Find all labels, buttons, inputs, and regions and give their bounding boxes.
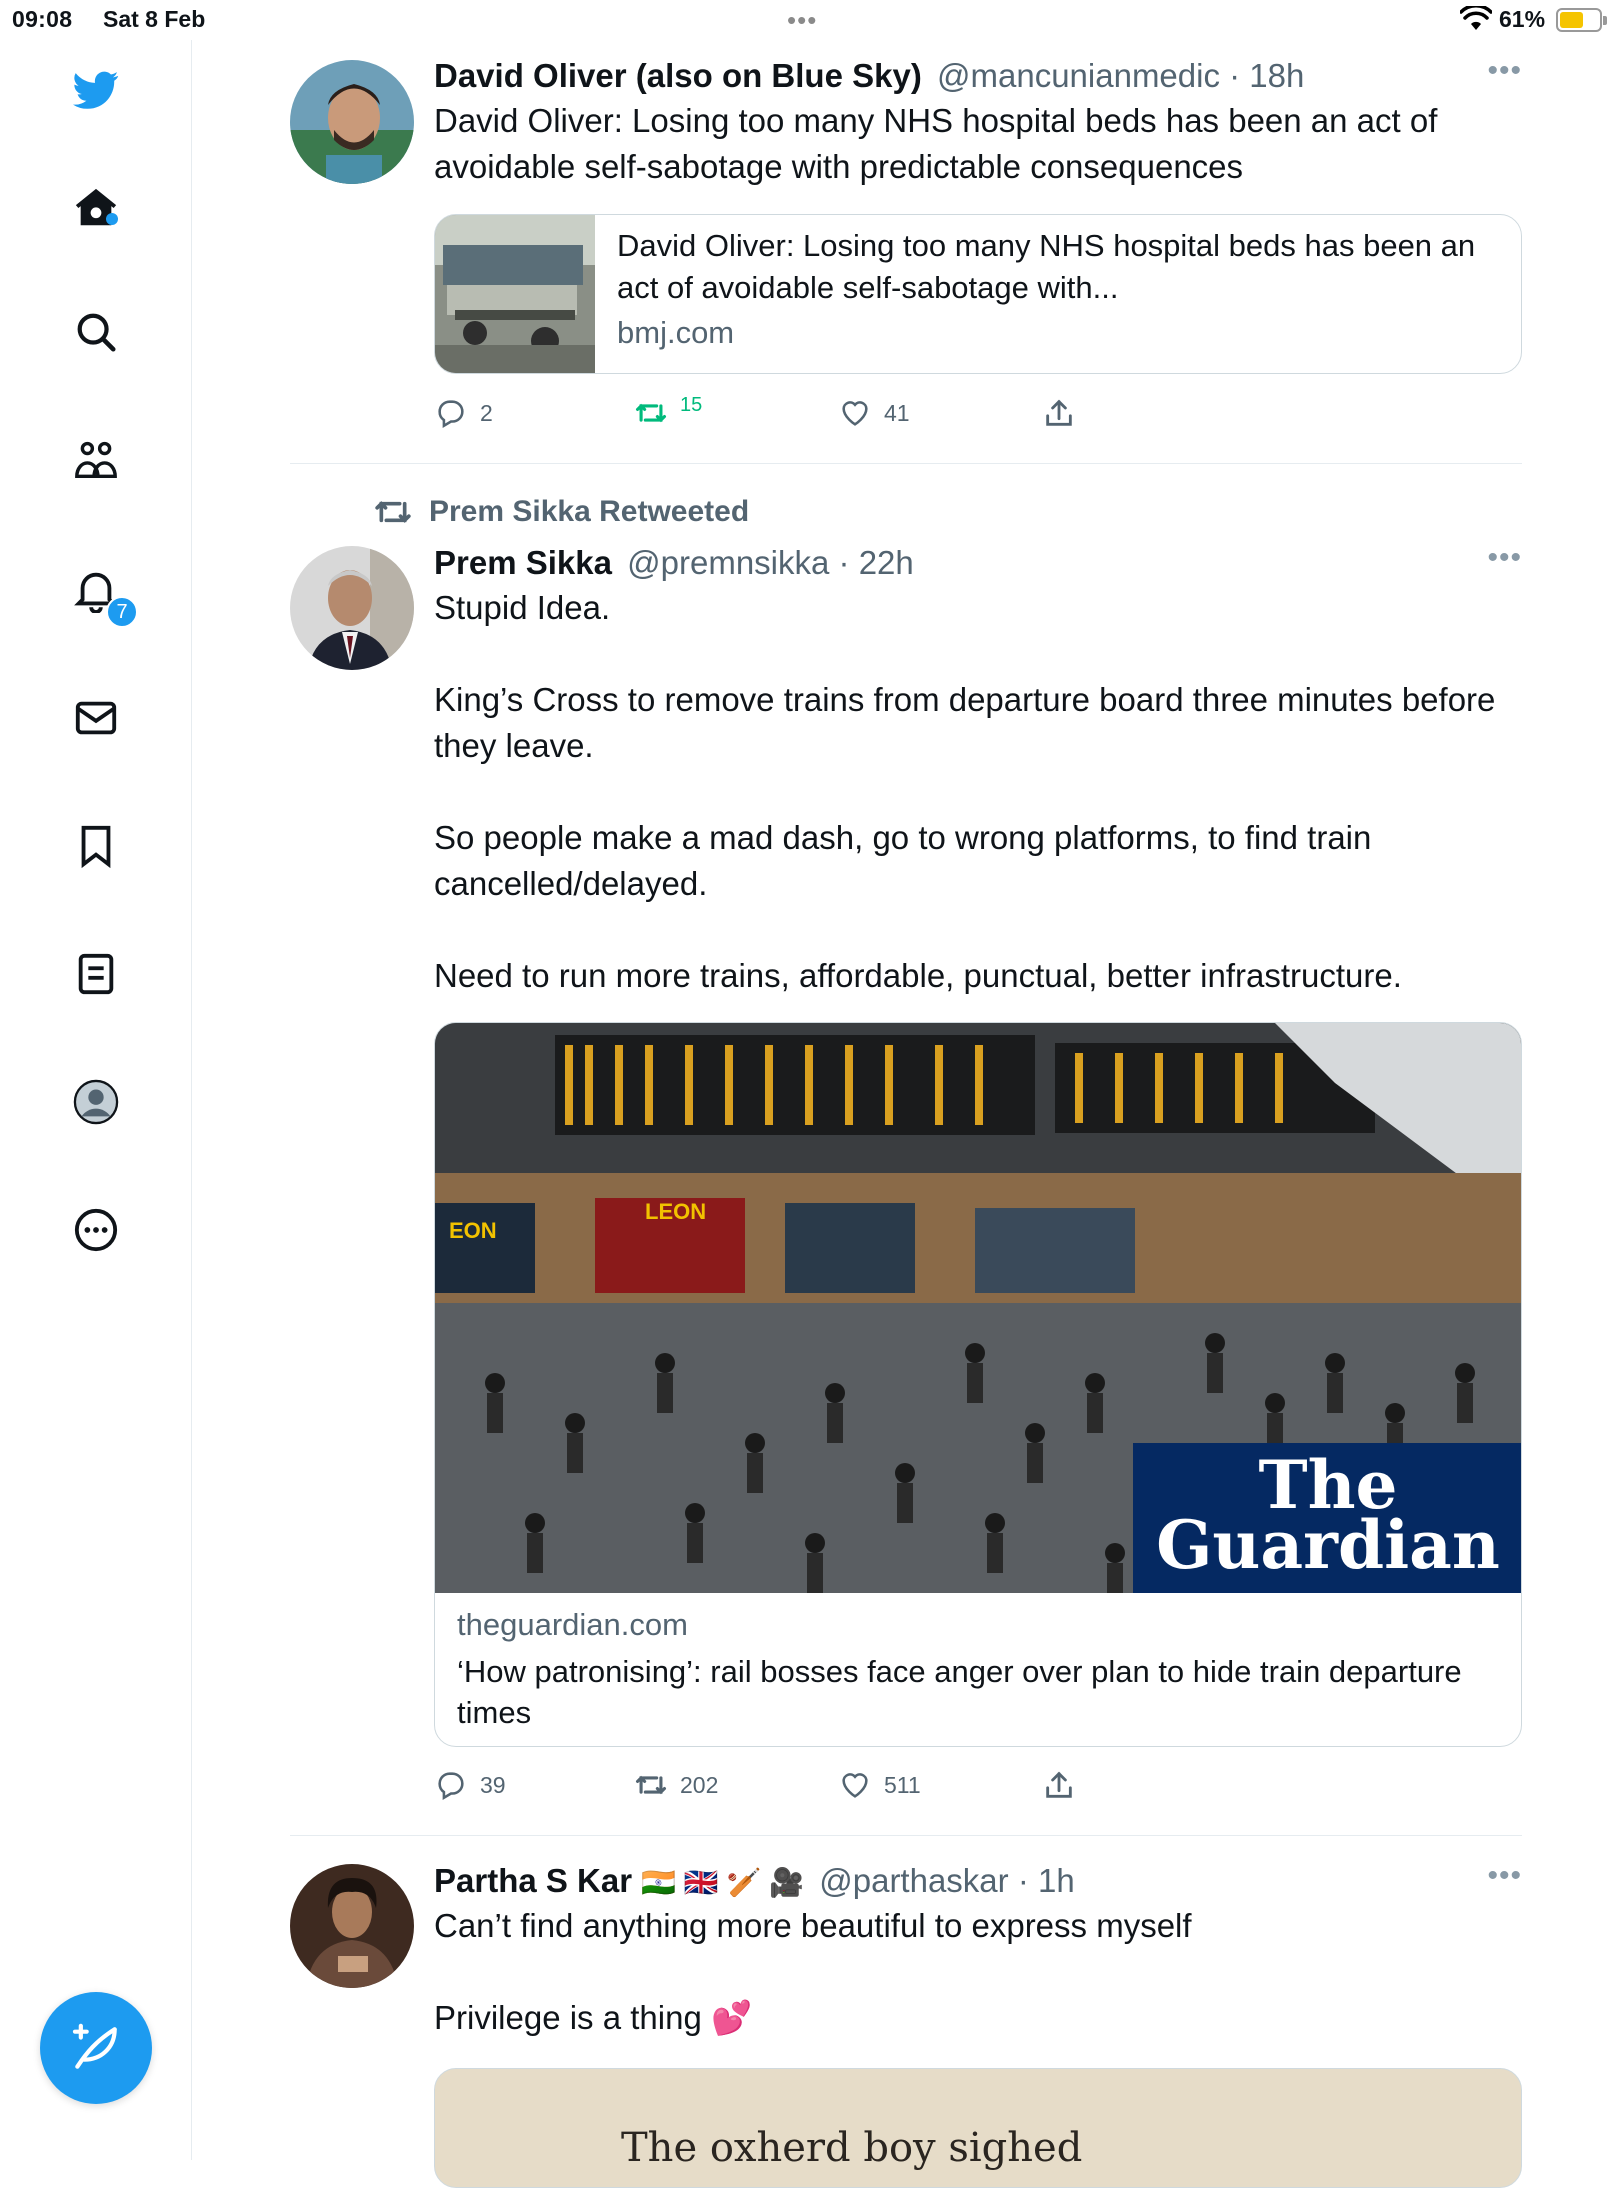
reply-count: 39	[480, 1771, 506, 1798]
status-date: Sat 8 Feb	[103, 6, 206, 32]
share-button[interactable]	[1042, 1768, 1076, 1802]
timestamp[interactable]: 18h	[1249, 57, 1304, 94]
retweet-icon	[635, 1775, 667, 1795]
avatar-image	[290, 1864, 414, 1988]
tweet-divider	[290, 1835, 1522, 1836]
media-image-text: The oxherd boy sighed	[621, 2125, 1083, 2171]
retweet-button[interactable]: 202	[634, 1768, 718, 1802]
tweet-header: Partha S Kar 🇮🇳 🇬🇧 🏏 🎥 @parthaskar · 1h	[434, 1859, 1522, 1903]
share-icon	[1046, 1771, 1072, 1798]
people-icon	[75, 441, 117, 479]
nav-home[interactable]	[68, 180, 124, 236]
retweeted-by-label: Prem Sikka Retweeted	[429, 495, 750, 528]
link-card-title: ‘How patronising’: rail bosses face ange…	[457, 1654, 1462, 1730]
compose-tweet-button[interactable]	[40, 1992, 152, 2104]
name-emoji: 🇮🇳 🇬🇧 🏏 🎥	[641, 1867, 805, 1898]
status-time: 09:08	[12, 6, 73, 32]
more-options-button[interactable]: •••	[1487, 541, 1522, 575]
battery-icon	[1556, 8, 1607, 32]
sidebar: 7	[0, 40, 192, 2160]
link-card-thumbnail	[435, 215, 595, 373]
tweet-actions: 2 15 41	[434, 393, 1134, 436]
link-card[interactable]: David Oliver: Losing too many NHS hospit…	[434, 214, 1522, 374]
guardian-logo-line2: Guardian	[1156, 1506, 1500, 1584]
nav-bookmarks[interactable]	[68, 818, 124, 874]
separator: ·	[1219, 57, 1250, 94]
more-options-button[interactable]: •••	[1487, 54, 1522, 88]
envelope-icon	[75, 701, 117, 735]
retweet-count: 15	[680, 393, 703, 416]
battery-fill	[1560, 12, 1583, 28]
nav-communities[interactable]	[68, 433, 124, 489]
timestamp[interactable]: 22h	[859, 544, 914, 581]
twitter-bird-icon[interactable]	[68, 62, 124, 118]
guardian-logo: The Guardian	[1133, 1443, 1521, 1593]
link-card-domain: bmj.com	[617, 315, 735, 350]
nav-profile[interactable]	[68, 1074, 124, 1130]
retweet-count: 202	[680, 1771, 719, 1798]
tweet-divider	[290, 463, 1522, 464]
home-unread-dot	[106, 213, 118, 225]
retweet-context[interactable]: Prem Sikka Retweeted	[373, 492, 749, 532]
separator: ·	[829, 544, 859, 581]
separator: ·	[1008, 1862, 1038, 1899]
link-card-title: David Oliver: Losing too many NHS hospit…	[617, 228, 1476, 305]
display-name[interactable]: Prem Sikka	[434, 544, 612, 581]
display-name[interactable]: Partha S Kar	[434, 1862, 632, 1899]
more-circle-icon	[74, 1208, 118, 1252]
display-name[interactable]: David Oliver (also on Blue Sky)	[434, 57, 922, 94]
timeline: David Oliver (also on Blue Sky) @mancuni…	[290, 0, 1522, 2188]
avatar-image	[290, 546, 414, 670]
more-options-button[interactable]: •••	[1487, 1859, 1522, 1893]
bookmark-icon	[81, 825, 111, 869]
reply-button[interactable]: 39	[434, 1768, 506, 1802]
shop-sign: LEON	[645, 1199, 707, 1224]
tweet-header: Prem Sikka @premnsikka · 22h	[434, 541, 1522, 585]
shop-sign: EON	[449, 1218, 497, 1243]
avatar[interactable]	[290, 1864, 414, 1988]
reply-icon	[438, 400, 464, 429]
list-icon	[78, 953, 114, 995]
tweet-header: David Oliver (also on Blue Sky) @mancuni…	[434, 54, 1522, 98]
media-card[interactable]: The oxherd boy sighed	[434, 2068, 1522, 2188]
nav-more[interactable]	[68, 1202, 124, 1258]
avatar-image	[290, 60, 414, 184]
tweet-actions: 39 202 511	[434, 1768, 1134, 1808]
nav-explore[interactable]	[68, 304, 124, 360]
reply-icon	[438, 1772, 464, 1801]
handle[interactable]: @parthaskar	[819, 1862, 1008, 1899]
heart-icon	[842, 1773, 868, 1798]
retweet-icon	[635, 403, 667, 423]
profile-icon	[73, 1079, 119, 1125]
retweet-icon	[375, 501, 411, 523]
like-button[interactable]: 41	[838, 396, 910, 430]
like-button[interactable]: 511	[838, 1768, 921, 1802]
nav-messages[interactable]	[68, 690, 124, 746]
avatar[interactable]	[290, 60, 414, 184]
avatar[interactable]	[290, 546, 414, 670]
handle[interactable]: @premnsikka	[627, 544, 829, 581]
handle[interactable]: @mancunianmedic	[937, 57, 1220, 94]
nav-lists[interactable]	[68, 946, 124, 1002]
bird-icon	[73, 71, 119, 109]
like-count: 511	[884, 1771, 921, 1798]
tweet-text: David Oliver: Losing too many NHS hospit…	[434, 102, 1447, 185]
share-button[interactable]	[1042, 396, 1076, 430]
search-icon	[77, 313, 116, 352]
tweet-text: Can’t find anything more beautiful to ex…	[434, 1907, 1192, 2036]
retweet-button[interactable]: 15	[634, 393, 703, 430]
compose-feather-icon	[72, 2023, 117, 2069]
timestamp[interactable]: 1h	[1038, 1862, 1075, 1899]
tweet-text: Stupid Idea. King’s Cross to remove trai…	[434, 589, 1496, 994]
link-card[interactable]: EON LEON The Guardian theguardian.com ‘H…	[434, 1022, 1522, 1747]
reply-count: 2	[480, 399, 493, 426]
link-card-domain: theguardian.com	[457, 1607, 688, 1642]
reply-button[interactable]: 2	[434, 396, 493, 430]
like-count: 41	[884, 399, 910, 426]
share-icon	[1046, 399, 1072, 426]
notifications-badge: 7	[106, 596, 138, 628]
heart-icon	[842, 401, 868, 426]
